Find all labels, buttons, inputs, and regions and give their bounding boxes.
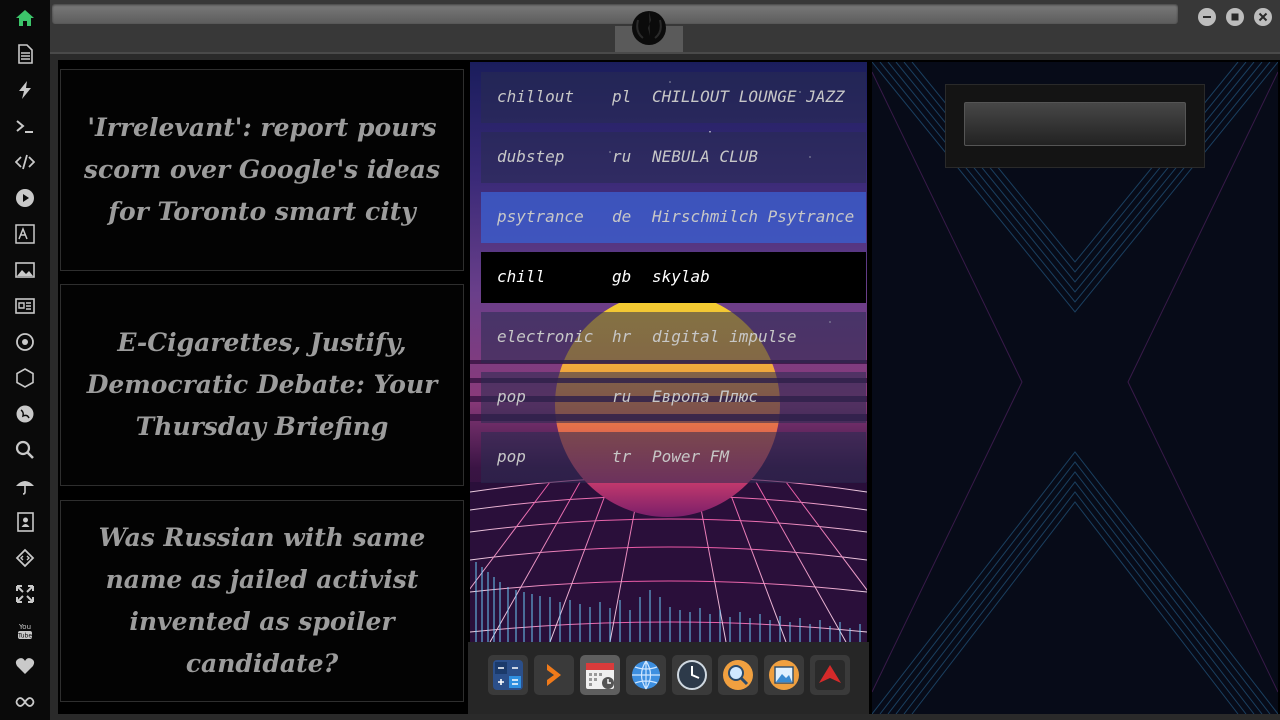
dock xyxy=(468,642,869,714)
station-row[interactable]: electronic hr digital impulse xyxy=(481,312,866,363)
news-headline: 'Irrelevant': report pours scorn over Go… xyxy=(83,113,441,226)
station-genre: pop xyxy=(497,447,526,466)
terminal-arrow-icon[interactable] xyxy=(534,655,574,695)
globe-icon[interactable] xyxy=(13,402,37,426)
maximize-button[interactable] xyxy=(1226,8,1244,26)
globe-icon[interactable] xyxy=(626,655,666,695)
news-card[interactable]: Was Russian with same name as jailed act… xyxy=(60,500,464,702)
umbrella-icon[interactable] xyxy=(13,474,37,498)
station-row[interactable]: chillout pl CHILLOUT LOUNGE JAZZ xyxy=(481,72,866,123)
fullscreen-icon[interactable] xyxy=(13,582,37,606)
search-icon[interactable] xyxy=(718,655,758,695)
top-bar xyxy=(50,0,1280,54)
station-country: ru xyxy=(612,147,632,166)
arrow-up-icon[interactable] xyxy=(810,655,850,695)
svg-text:You: You xyxy=(18,623,31,631)
bolt-icon[interactable] xyxy=(13,78,37,102)
news-card[interactable]: 'Irrelevant': report pours scorn over Go… xyxy=(60,69,464,271)
station-name: CHILLOUT LOUNGE JAZZ xyxy=(652,87,845,106)
image-viewer-icon[interactable] xyxy=(764,655,804,695)
station-row-playing[interactable]: chill gb skylab xyxy=(481,252,866,303)
station-country: de xyxy=(612,207,632,226)
station-country: gb xyxy=(612,267,632,286)
aperture-icon[interactable] xyxy=(13,330,37,354)
heart-icon[interactable] xyxy=(13,654,37,678)
diamond-code-icon[interactable] xyxy=(13,546,37,570)
station-name: Power FM xyxy=(652,447,730,466)
home-icon[interactable] xyxy=(13,6,37,30)
station-name: digital impulse xyxy=(652,327,797,346)
calendar-icon[interactable] xyxy=(580,655,620,695)
image-icon[interactable] xyxy=(13,258,37,282)
news-icon[interactable] xyxy=(13,294,37,318)
clock-icon[interactable] xyxy=(672,655,712,695)
terminal-icon[interactable] xyxy=(13,114,37,138)
station-genre: chillout xyxy=(497,87,575,106)
station-country: pl xyxy=(612,87,632,106)
station-name: Европа Плюс xyxy=(652,387,758,406)
station-row-selected[interactable]: psytrance de Hirschmilch Psytrance xyxy=(481,192,866,243)
translate-icon[interactable] xyxy=(13,222,37,246)
rebel-alliance-icon xyxy=(632,11,666,45)
infinity-icon[interactable] xyxy=(13,690,37,714)
station-name: skylab xyxy=(652,267,710,286)
close-button[interactable] xyxy=(1254,8,1272,26)
widget-input[interactable] xyxy=(964,102,1186,146)
station-genre: electronic xyxy=(497,327,594,346)
station-row[interactable]: dubstep ru NEBULA CLUB xyxy=(481,132,866,183)
news-panel: 'Irrelevant': report pours scorn over Go… xyxy=(58,60,468,714)
station-genre: chill xyxy=(497,267,546,286)
station-country: ru xyxy=(612,387,632,406)
desktop: You Tube 'Irrelevant': report pours scorn… xyxy=(0,0,1280,720)
radio-player: chillout pl CHILLOUT LOUNGE JAZZ dubstep… xyxy=(470,62,867,642)
news-headline: Was Russian with same name as jailed act… xyxy=(98,523,426,678)
station-name: NEBULA CLUB xyxy=(652,147,758,166)
station-row[interactable]: pop ru Европа Плюс xyxy=(481,372,866,423)
address-bar[interactable] xyxy=(52,4,1178,24)
station-row[interactable]: pop tr Power FM xyxy=(481,432,866,483)
play-icon[interactable] xyxy=(13,186,37,210)
contacts-icon[interactable] xyxy=(13,510,37,534)
svg-text:Tube: Tube xyxy=(17,633,32,640)
hexagon-icon[interactable] xyxy=(13,366,37,390)
youtube-icon[interactable]: You Tube xyxy=(13,618,37,642)
station-country: tr xyxy=(612,447,632,466)
station-genre: pop xyxy=(497,387,526,406)
document-icon[interactable] xyxy=(13,42,37,66)
news-headline: E-Cigarettes, Justify, Democratic Debate… xyxy=(86,328,438,441)
left-icon-bar: You Tube xyxy=(0,0,50,720)
station-genre: dubstep xyxy=(497,147,565,166)
calculator-icon[interactable] xyxy=(488,655,528,695)
search-icon[interactable] xyxy=(13,438,37,462)
station-country: hr xyxy=(612,327,632,346)
news-card[interactable]: E-Cigarettes, Justify, Democratic Debate… xyxy=(60,284,464,486)
minimize-button[interactable] xyxy=(1198,8,1216,26)
code-icon[interactable] xyxy=(13,150,37,174)
station-genre: psytrance xyxy=(497,207,584,226)
station-name: Hirschmilch Psytrance xyxy=(652,207,855,226)
